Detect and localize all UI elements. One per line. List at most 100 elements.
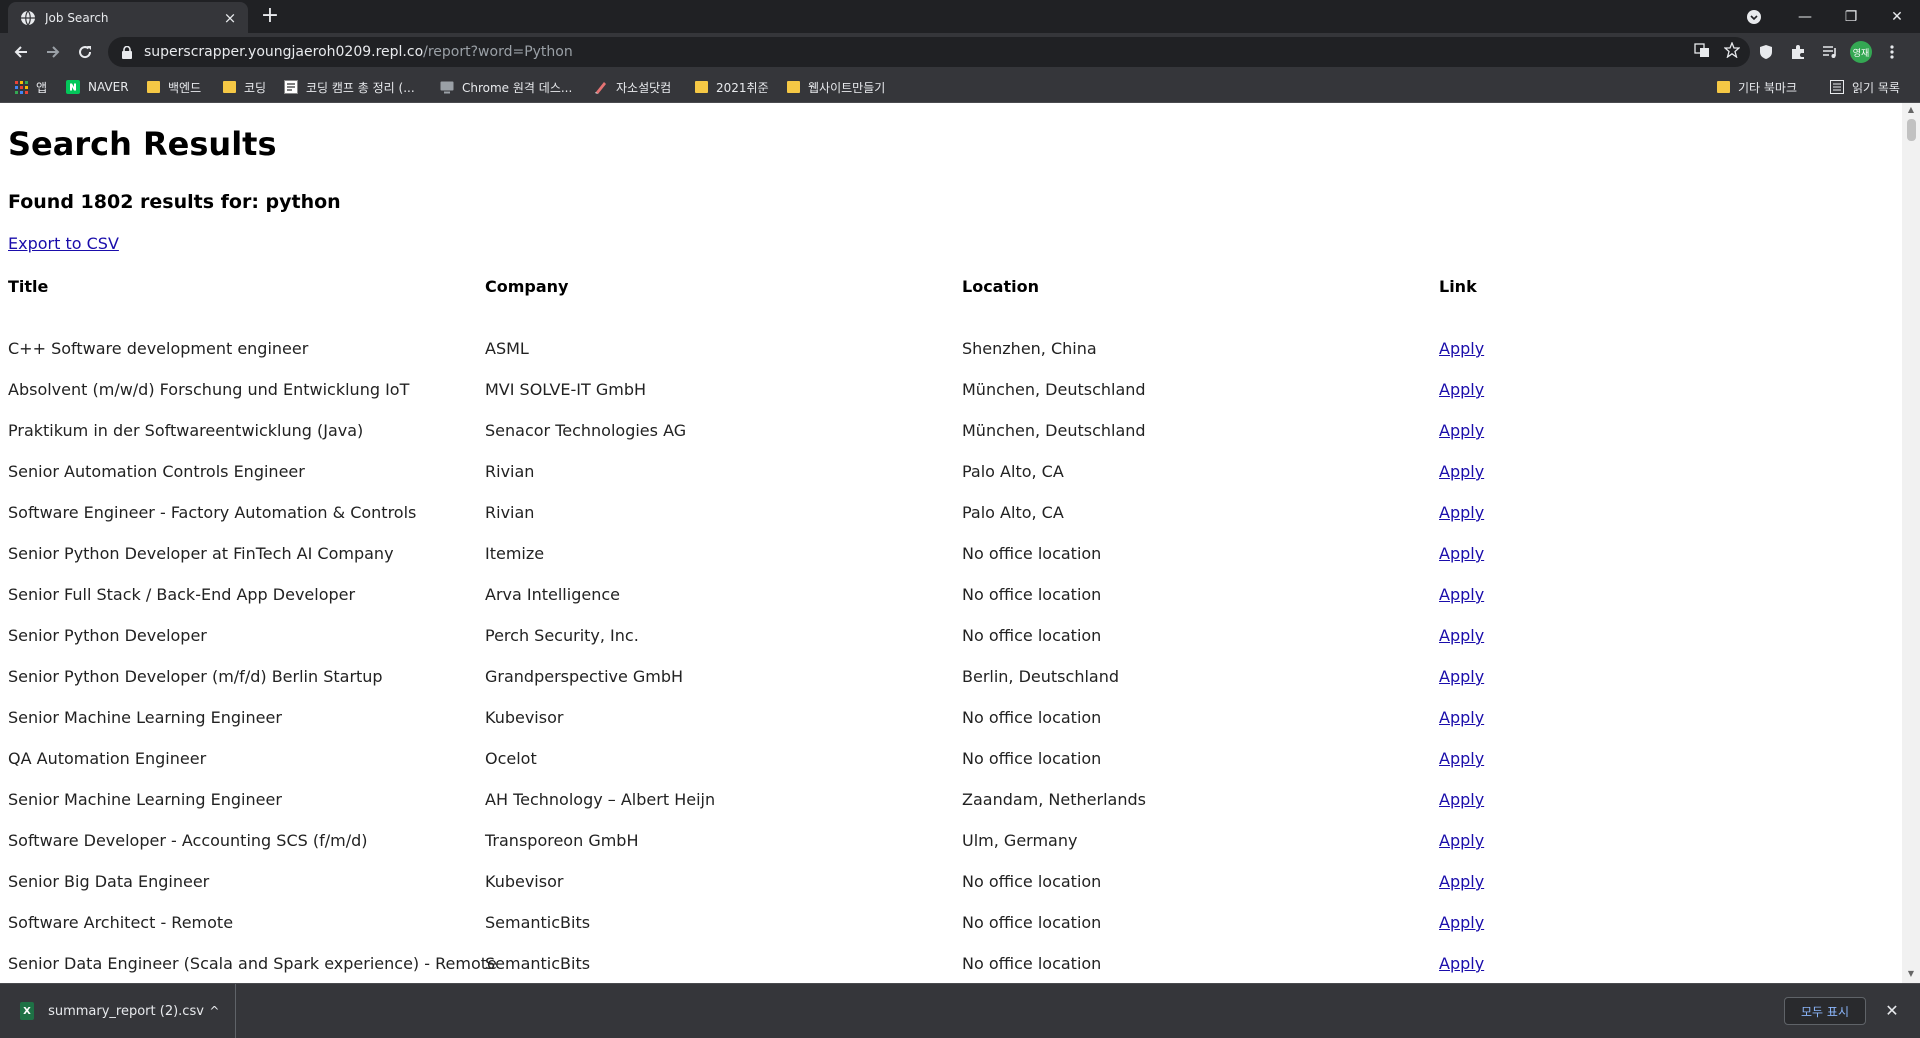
tab-strip: Job Search × + — ❐ ✕ — [0, 0, 1920, 33]
folder-icon — [222, 80, 236, 94]
apply-link[interactable]: Apply — [1439, 462, 1484, 481]
cell-location: No office location — [962, 708, 1102, 727]
cell-company: ASML — [485, 339, 529, 358]
cell-location: No office location — [962, 626, 1102, 645]
bookmark-folder-2021[interactable]: 2021취준 — [694, 78, 769, 96]
apply-link[interactable]: Apply — [1439, 913, 1484, 932]
bookmark-folder-backend[interactable]: 백엔드 — [146, 78, 201, 96]
media-control-icon[interactable] — [1818, 40, 1842, 64]
bookmark-chrome-remote[interactable]: Chrome 원격 데스... — [440, 78, 572, 96]
close-shelf-icon[interactable]: ✕ — [1880, 998, 1904, 1022]
table-row: QA Automation Engineer Ocelot No office lo… — [0, 749, 1902, 790]
bookmark-coding-camp[interactable]: 코딩 캠프 총 정리 (... — [284, 78, 415, 96]
pen-icon — [594, 80, 608, 94]
excel-icon: X — [20, 1002, 35, 1020]
bookmark-other[interactable]: 기타 북마크 — [1716, 78, 1797, 96]
reading-list-icon — [1830, 80, 1844, 94]
extensions-puzzle-icon[interactable] — [1786, 40, 1810, 64]
cell-title: Senior Machine Learning Engineer — [8, 790, 282, 809]
cell-company: Senacor Technologies AG — [485, 421, 687, 440]
tab-close-icon[interactable]: × — [222, 10, 238, 26]
lock-icon[interactable] — [120, 44, 134, 60]
cell-company: SemanticBits — [485, 954, 591, 973]
url-path: /report?word=Python — [423, 44, 573, 60]
bookmark-jasoseol[interactable]: 자소설닷컴 — [594, 78, 671, 96]
apply-link[interactable]: Apply — [1439, 954, 1484, 973]
bookmark-star-icon[interactable] — [1723, 41, 1741, 62]
remote-desktop-icon — [440, 80, 454, 94]
table-row: Senior Data Engineer (Scala and Spark ex… — [0, 954, 1902, 983]
apply-link[interactable]: Apply — [1439, 585, 1484, 604]
apply-link[interactable]: Apply — [1439, 503, 1484, 522]
chevron-up-icon[interactable]: ^ — [204, 1004, 225, 1018]
cell-company: Perch Security, Inc. — [485, 626, 639, 645]
tab-job-search[interactable]: Job Search × — [8, 2, 248, 33]
bookmark-label: Chrome 원격 데스... — [462, 80, 573, 95]
profile-avatar[interactable]: 영재 — [1850, 41, 1872, 63]
cell-title: Senior Big Data Engineer — [8, 872, 210, 891]
cell-title: Absolvent (m/w/d) Forschung und Entwickl… — [8, 380, 410, 399]
cell-company: Rivian — [485, 503, 535, 522]
apps-grid-icon — [14, 80, 28, 94]
apply-link[interactable]: Apply — [1439, 339, 1484, 358]
table-row: Senior Machine Learning Engineer Kubeviso… — [0, 708, 1902, 749]
apply-link[interactable]: Apply — [1439, 708, 1484, 727]
translate-icon[interactable] — [1694, 42, 1710, 62]
extension-shield-icon[interactable] — [1754, 40, 1778, 64]
apply-link[interactable]: Apply — [1439, 790, 1484, 809]
page-scrollbar[interactable]: ▲ ▼ — [1902, 103, 1920, 983]
export-csv-link[interactable]: Export to CSV — [8, 234, 119, 253]
cell-title: Software Engineer - Factory Automation &… — [8, 503, 417, 522]
restore-button[interactable]: ❐ — [1828, 0, 1874, 33]
apply-link[interactable]: Apply — [1439, 421, 1484, 440]
apply-link[interactable]: Apply — [1439, 626, 1484, 645]
bookmark-folder-coding[interactable]: 코딩 — [222, 78, 266, 96]
cell-company: AH Technology – Albert Heijn — [485, 790, 716, 809]
results-summary: Found 1802 results for: python — [8, 191, 341, 213]
folder-icon — [1716, 80, 1730, 94]
cell-location: No office location — [962, 585, 1102, 604]
minimize-button[interactable]: — — [1782, 0, 1828, 33]
cell-company: Grandperspective GmbH — [485, 667, 684, 686]
scroll-thumb[interactable] — [1907, 119, 1916, 141]
scroll-up-arrow-icon[interactable]: ▲ — [1902, 105, 1920, 117]
column-header-location: Location — [962, 277, 1039, 296]
bookmark-apps[interactable]: 앱 — [14, 78, 47, 96]
more-menu-icon[interactable] — [1880, 40, 1904, 64]
bookmark-label: 자소설닷컴 — [616, 80, 672, 95]
cell-company: Rivian — [485, 462, 535, 481]
cell-location: No office location — [962, 872, 1102, 891]
back-arrow-icon[interactable] — [6, 37, 36, 67]
cell-location: Zaandam, Netherlands — [962, 790, 1146, 809]
bookmark-folder-website[interactable]: 웹사이트만들기 — [786, 78, 885, 96]
cell-company: Arva Intelligence — [485, 585, 620, 604]
table-row: Software Engineer - Factory Automation &… — [0, 503, 1902, 544]
apply-link[interactable]: Apply — [1439, 749, 1484, 768]
apply-link[interactable]: Apply — [1439, 380, 1484, 399]
table-row: Praktikum in der Softwareentwicklung (Ja… — [0, 421, 1902, 462]
bookmark-naver[interactable]: NAVER — [66, 78, 129, 96]
cell-title: Software Developer - Accounting SCS (f/m… — [8, 831, 368, 850]
address-bar[interactable]: superscrapper.youngjaeroh0209.repl.co/re… — [108, 37, 1750, 67]
cell-location: No office location — [962, 749, 1102, 768]
bookmarks-bar: 앱 NAVER 백엔드 코딩 코딩 캠프 총 정리 (... Chrome 원격… — [0, 71, 1920, 103]
reading-list[interactable]: 읽기 목록 — [1830, 78, 1900, 96]
tab-search-icon[interactable] — [1736, 9, 1772, 25]
page-title: Search Results — [8, 125, 277, 163]
scroll-down-arrow-icon[interactable]: ▼ — [1902, 969, 1920, 981]
show-all-downloads-button[interactable]: 모두 표시 — [1784, 997, 1866, 1025]
reload-icon[interactable] — [70, 37, 100, 67]
bookmark-label: 웹사이트만들기 — [808, 80, 886, 95]
apply-link[interactable]: Apply — [1439, 872, 1484, 891]
apply-link[interactable]: Apply — [1439, 831, 1484, 850]
apply-link[interactable]: Apply — [1439, 667, 1484, 686]
apply-link[interactable]: Apply — [1439, 544, 1484, 563]
forward-arrow-icon[interactable] — [38, 37, 68, 67]
download-item[interactable]: X summary_report (2).csv ^ — [0, 984, 236, 1038]
cell-location: Palo Alto, CA — [962, 462, 1064, 481]
window-close-button[interactable]: ✕ — [1874, 0, 1920, 33]
new-tab-button[interactable]: + — [258, 5, 282, 29]
url-host: superscrapper.youngjaeroh0209.repl.co — [144, 44, 424, 60]
table-row: Senior Python Developer (m/f/d) Berlin S… — [0, 667, 1902, 708]
cell-location: No office location — [962, 544, 1102, 563]
